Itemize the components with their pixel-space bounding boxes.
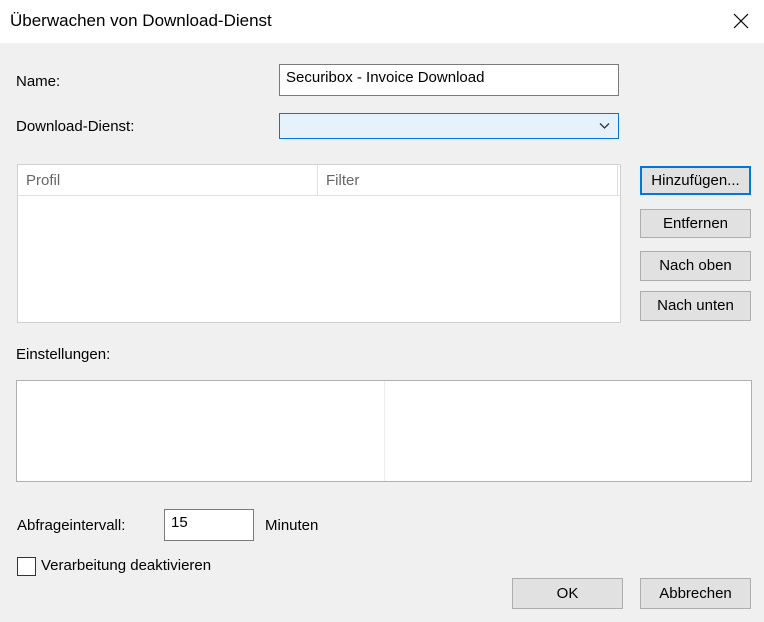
title-bar: Überwachen von Download-Dienst <box>0 0 764 43</box>
move-up-button[interactable]: Nach oben <box>640 251 751 281</box>
move-down-button[interactable]: Nach unten <box>640 291 751 321</box>
close-button[interactable] <box>718 0 764 43</box>
profile-list-header: Profil Filter <box>18 165 620 196</box>
download-service-label: Download-Dienst: <box>16 118 135 135</box>
cancel-button[interactable]: Abbrechen <box>640 578 751 609</box>
disable-processing-label[interactable]: Verarbeitung deaktivieren <box>41 557 211 574</box>
dialog-title: Überwachen von Download-Dienst <box>10 11 272 30</box>
name-label: Name: <box>16 73 61 90</box>
column-header-filter[interactable]: Filter <box>318 165 618 196</box>
ok-button[interactable]: OK <box>512 578 623 609</box>
polling-interval-unit: Minuten <box>265 517 319 534</box>
disable-processing-checkbox[interactable] <box>17 557 36 576</box>
settings-panel[interactable] <box>16 380 752 482</box>
column-header-profil[interactable]: Profil <box>18 165 318 196</box>
close-icon <box>733 13 749 29</box>
chevron-down-icon <box>599 123 610 129</box>
monitor-download-service-dialog: Überwachen von Download-Dienst Name: Sec… <box>0 0 764 622</box>
polling-interval-label: Abfrageintervall: <box>17 517 126 534</box>
settings-divider <box>384 381 385 481</box>
add-button[interactable]: Hinzufügen... <box>640 166 751 195</box>
polling-interval-input[interactable]: 15 <box>164 509 254 541</box>
name-input[interactable]: Securibox - Invoice Download <box>279 64 619 96</box>
remove-button[interactable]: Entfernen <box>640 209 751 238</box>
polling-interval-value: 15 <box>171 514 188 531</box>
profile-list[interactable]: Profil Filter <box>17 164 621 323</box>
settings-label: Einstellungen: <box>16 346 111 363</box>
download-service-dropdown[interactable] <box>279 113 619 139</box>
name-input-value: Securibox - Invoice Download <box>286 69 485 86</box>
